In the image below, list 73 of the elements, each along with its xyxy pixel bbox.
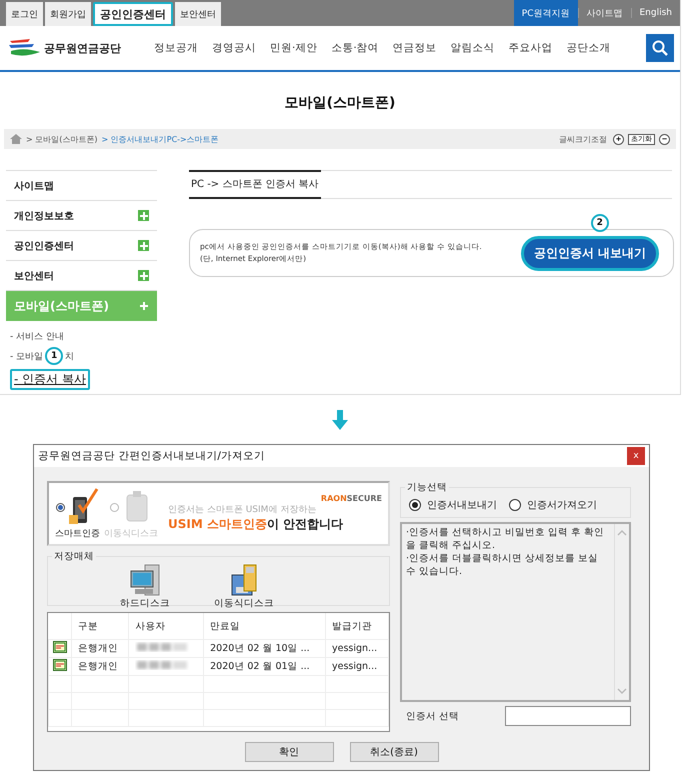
option-label[interactable]: 인증서내보내기 xyxy=(427,498,497,512)
banner-text: 인증서는 스마트폰 USIM에 저장하는 xyxy=(168,504,318,516)
column-header: 사용자 xyxy=(128,613,204,640)
dialog-button[interactable]: 취소(종료) xyxy=(350,742,438,762)
banner-headline: USIM 스마트인증이 안전합니다 xyxy=(168,516,344,533)
sidebar-item[interactable]: 개인정보보호 xyxy=(6,200,157,230)
step-badge: 2 xyxy=(590,214,609,232)
breadcrumb-link[interactable]: > 모바일(스마트폰) xyxy=(26,134,98,144)
scrollbar[interactable] xyxy=(614,524,629,700)
brand-logo: RAONSECURE xyxy=(320,494,382,503)
menu-item[interactable]: 경영공시 xyxy=(212,41,256,55)
top-link[interactable]: English xyxy=(630,8,680,18)
home-icon xyxy=(10,134,22,144)
step-badge: 1 xyxy=(45,347,64,365)
table-cell: 2020년 02 월 01일 ... xyxy=(204,658,326,676)
menu-item[interactable]: 공단소개 xyxy=(566,41,611,55)
message-text: ·인증서를 선택하시고 비밀번호 입력 후 확인을 클릭해 주십시오. ·인증서를 더블클릭하시면 상세정보를 보실 수 있습니다. xyxy=(405,526,606,579)
sidebar-sub-link[interactable]: 치 xyxy=(65,350,74,362)
radio-button[interactable] xyxy=(56,502,65,512)
search-button[interactable] xyxy=(646,34,674,62)
group-label: 저장매체 xyxy=(53,550,95,563)
table-cell: 은행개인 xyxy=(72,658,129,676)
certificate-icon xyxy=(53,659,67,671)
media-label[interactable]: 하드디스크 xyxy=(120,597,170,610)
dialog-button[interactable]: 확인 xyxy=(244,742,334,762)
menu-item[interactable]: 연금정보 xyxy=(392,41,437,55)
menu-item[interactable]: 정보공개 xyxy=(154,41,198,55)
scroll-up-icon xyxy=(617,530,627,536)
computer-icon xyxy=(129,563,161,597)
font-size-label: 글씨크기조절 xyxy=(559,134,607,144)
logo-text[interactable]: 공무원연금공단 xyxy=(44,40,121,56)
section-tab[interactable]: PC -> 스마트폰 인증서 복사 xyxy=(189,170,321,199)
column-header: 만료일 xyxy=(204,613,326,640)
top-link[interactable]: PC원격지원 xyxy=(514,0,578,26)
table-cell: 은행개인 xyxy=(72,640,129,658)
menu-item[interactable]: 민원·제안 xyxy=(270,41,318,55)
breadcrumb-link[interactable]: > 인증서내보내기PC->스마트폰 xyxy=(102,134,219,144)
radio-button[interactable] xyxy=(110,502,118,512)
radio-button[interactable] xyxy=(509,499,521,511)
export-button[interactable]: 공인인증서 내보내기 xyxy=(520,236,659,270)
input-field[interactable] xyxy=(505,706,631,726)
scroll-down-icon xyxy=(617,688,627,694)
certificate-icon xyxy=(53,641,67,653)
column-header: 발급기관 xyxy=(326,613,388,640)
search-icon xyxy=(652,40,668,56)
field-label: 인증서 선택 xyxy=(406,710,460,722)
sidebar-item[interactable]: 공인인증센터 xyxy=(6,230,157,260)
radio-button[interactable] xyxy=(409,499,421,511)
option-label: 스마트인증 xyxy=(55,528,100,540)
page-title: 모바일(스마트폰) xyxy=(284,94,396,113)
top-link[interactable]: 로그인 xyxy=(6,2,43,26)
sidebar-sub-link[interactable]: - 인증서 복사 xyxy=(10,369,90,390)
top-link[interactable]: 보안센터 xyxy=(175,2,221,26)
down-arrow-icon xyxy=(332,410,348,430)
sidebar-sub-link[interactable]: - 서비스 안내 xyxy=(10,330,64,343)
media-label[interactable]: 이동식디스크 xyxy=(214,597,274,610)
sidebar-item[interactable]: 사이트맵 xyxy=(6,170,157,200)
top-link[interactable]: 공인인증센터 xyxy=(93,2,173,26)
close-button[interactable]: x xyxy=(627,447,645,465)
top-link[interactable]: 회원가입 xyxy=(45,2,91,26)
option-label[interactable]: 인증서가져오기 xyxy=(527,498,597,512)
menu-item[interactable]: 알림소식 xyxy=(450,41,495,55)
table-cell: 2020년 02 월 10일 ... xyxy=(204,640,326,658)
menu-item[interactable]: 소통·참여 xyxy=(331,41,379,55)
window-title: 공무원연금공단 간편인증서내보내기/가져오기 xyxy=(38,449,265,463)
column-header: 구분 xyxy=(72,613,129,640)
table-cell: yessign... xyxy=(326,640,388,658)
top-link[interactable]: 사이트맵 xyxy=(578,8,630,18)
table-cell: yessign... xyxy=(326,658,388,676)
option-label: 이동식디스크 xyxy=(104,528,158,540)
sidebar-sub-link[interactable]: - 모바일 xyxy=(10,350,44,362)
menu-item[interactable]: 주요사업 xyxy=(508,41,553,55)
group-label: 기능선택 xyxy=(406,481,448,494)
